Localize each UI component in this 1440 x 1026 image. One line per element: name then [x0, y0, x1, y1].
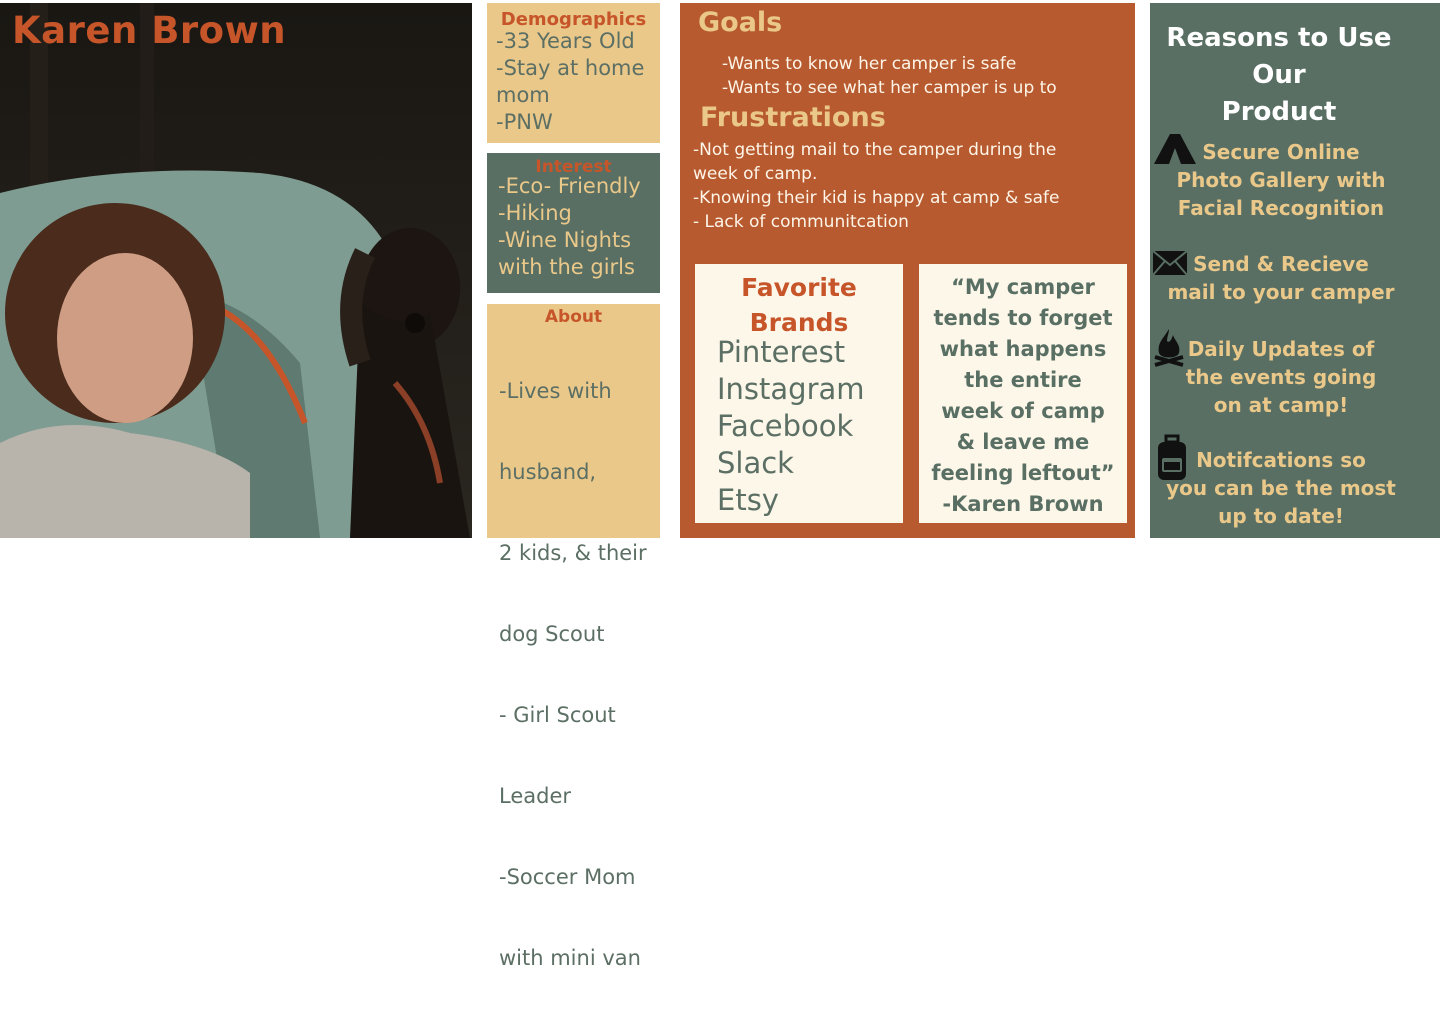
reason-line: Facial Recognition	[1177, 196, 1385, 220]
goals-title: Goals	[698, 7, 783, 38]
demographics-line: -PNW	[496, 110, 553, 134]
persona-photo: Karen Brown	[0, 3, 472, 538]
reason-photo-gallery: Secure Online Photo Gallery with Facial …	[1150, 134, 1412, 222]
interest-line: -Eco- Friendly	[498, 174, 641, 198]
reason-daily-updates: Daily Updates of the events going on at …	[1150, 329, 1412, 419]
frustrations-title: Frustrations	[700, 102, 886, 133]
favorite-brands-list: Pinterest Instagram Facebook Slack Etsy	[695, 334, 903, 519]
brand-item: Slack	[717, 446, 794, 480]
reasons-panel: Reasons to Use Our Product Secure Online…	[1150, 3, 1440, 538]
quote-line: “My camper	[951, 275, 1095, 299]
goal-item: -Wants to know her camper is safe	[722, 54, 1017, 74]
quote-line: tends to forget	[933, 306, 1113, 330]
favorite-brands-title-line: Favorite	[741, 273, 857, 302]
about-line: -Soccer Mom	[499, 865, 636, 889]
interest-line: -Hiking	[498, 201, 572, 225]
brand-item: Pinterest	[717, 335, 846, 369]
reasons-title-line: Our	[1252, 60, 1306, 90]
about-line: -Lives with	[499, 379, 612, 403]
frustration-line: week of camp.	[693, 164, 818, 184]
demographics-list: -33 Years Old -Stay at home mom -PNW	[487, 28, 660, 136]
goals-panel: Goals -Wants to know her camper is safe …	[680, 3, 1135, 538]
envelope-icon	[1152, 250, 1188, 276]
reason-line: mail to your camper	[1167, 280, 1395, 304]
reason-send-mail: Send & Recieve mail to your camper	[1150, 250, 1412, 306]
brand-item: Facebook	[717, 409, 854, 443]
about-line: - Girl Scout	[499, 703, 616, 727]
interest-line: -Wine Nights	[498, 228, 632, 252]
reasons-title-line: Product	[1221, 97, 1337, 127]
campfire-icon	[1154, 329, 1184, 367]
persona-name: Karen Brown	[12, 9, 287, 52]
demographics-line: -Stay at home	[496, 56, 645, 80]
reason-line: on at camp!	[1213, 393, 1349, 417]
reason-line: Daily Updates of	[1187, 337, 1375, 361]
demographics-title: Demographics	[500, 9, 647, 30]
goal-item: -Wants to see what her camper is up to	[722, 78, 1057, 98]
frustrations-list: -Not getting mail to the camper during t…	[693, 138, 1059, 234]
interest-line: with the girls	[498, 255, 635, 279]
demographics-line: mom	[496, 83, 550, 107]
frustration-line: -Knowing their kid is happy at camp & sa…	[693, 188, 1060, 208]
brand-item: Instagram	[717, 372, 865, 406]
favorite-brands-card: Favorite Brands Pinterest Instagram Face…	[695, 264, 903, 523]
reasons-title: Reasons to Use Our Product	[1150, 20, 1408, 131]
about-line: Leader	[499, 784, 572, 808]
quote-line: & leave me	[956, 430, 1090, 454]
about-box: About -Lives with husband, 2 kids, & the…	[487, 304, 660, 970]
quote-line: week of camp	[941, 399, 1105, 423]
reason-line: up to date!	[1218, 504, 1344, 528]
quote-author: -Karen Brown	[942, 492, 1104, 516]
reason-notifications: Notifcations so you can be the most up t…	[1150, 434, 1412, 530]
interest-list: -Eco- Friendly -Hiking -Wine Nights with…	[487, 173, 660, 281]
demographics-line: -33 Years Old	[496, 29, 635, 53]
about-line: 2 kids, & their	[499, 541, 647, 565]
quote-line: what happens	[939, 337, 1107, 361]
tent-icon	[1154, 134, 1196, 164]
reason-line: the events going	[1185, 365, 1377, 389]
quote-text: “My camper tends to forget what happens …	[919, 272, 1127, 489]
about-list: -Lives with husband, 2 kids, & their dog…	[487, 324, 660, 1026]
reason-line: Send & Recieve	[1193, 252, 1369, 276]
backpack-icon	[1158, 434, 1186, 480]
about-line: dog Scout	[499, 622, 605, 646]
frustration-line: - Lack of communitcation	[693, 212, 909, 232]
reason-line: Photo Gallery with	[1176, 168, 1386, 192]
persona-photo-illustration	[0, 3, 472, 538]
quote-line: the entire	[964, 368, 1082, 392]
frustration-line: -Not getting mail to the camper during t…	[693, 140, 1057, 160]
quote-line: feeling leftout”	[931, 461, 1115, 485]
about-line: husband,	[499, 460, 597, 484]
demographics-box: Demographics -33 Years Old -Stay at home…	[487, 3, 660, 143]
favorite-brands-title: Favorite Brands	[695, 270, 903, 340]
about-line: with mini van	[499, 946, 641, 970]
quote-card: “My camper tends to forget what happens …	[919, 264, 1127, 523]
brand-item: Etsy	[717, 483, 779, 517]
goals-list: -Wants to know her camper is safe -Wants…	[722, 52, 1057, 100]
reasons-title-line: Reasons to Use	[1166, 23, 1392, 53]
interest-box: Interest -Eco- Friendly -Hiking -Wine Ni…	[487, 153, 660, 293]
